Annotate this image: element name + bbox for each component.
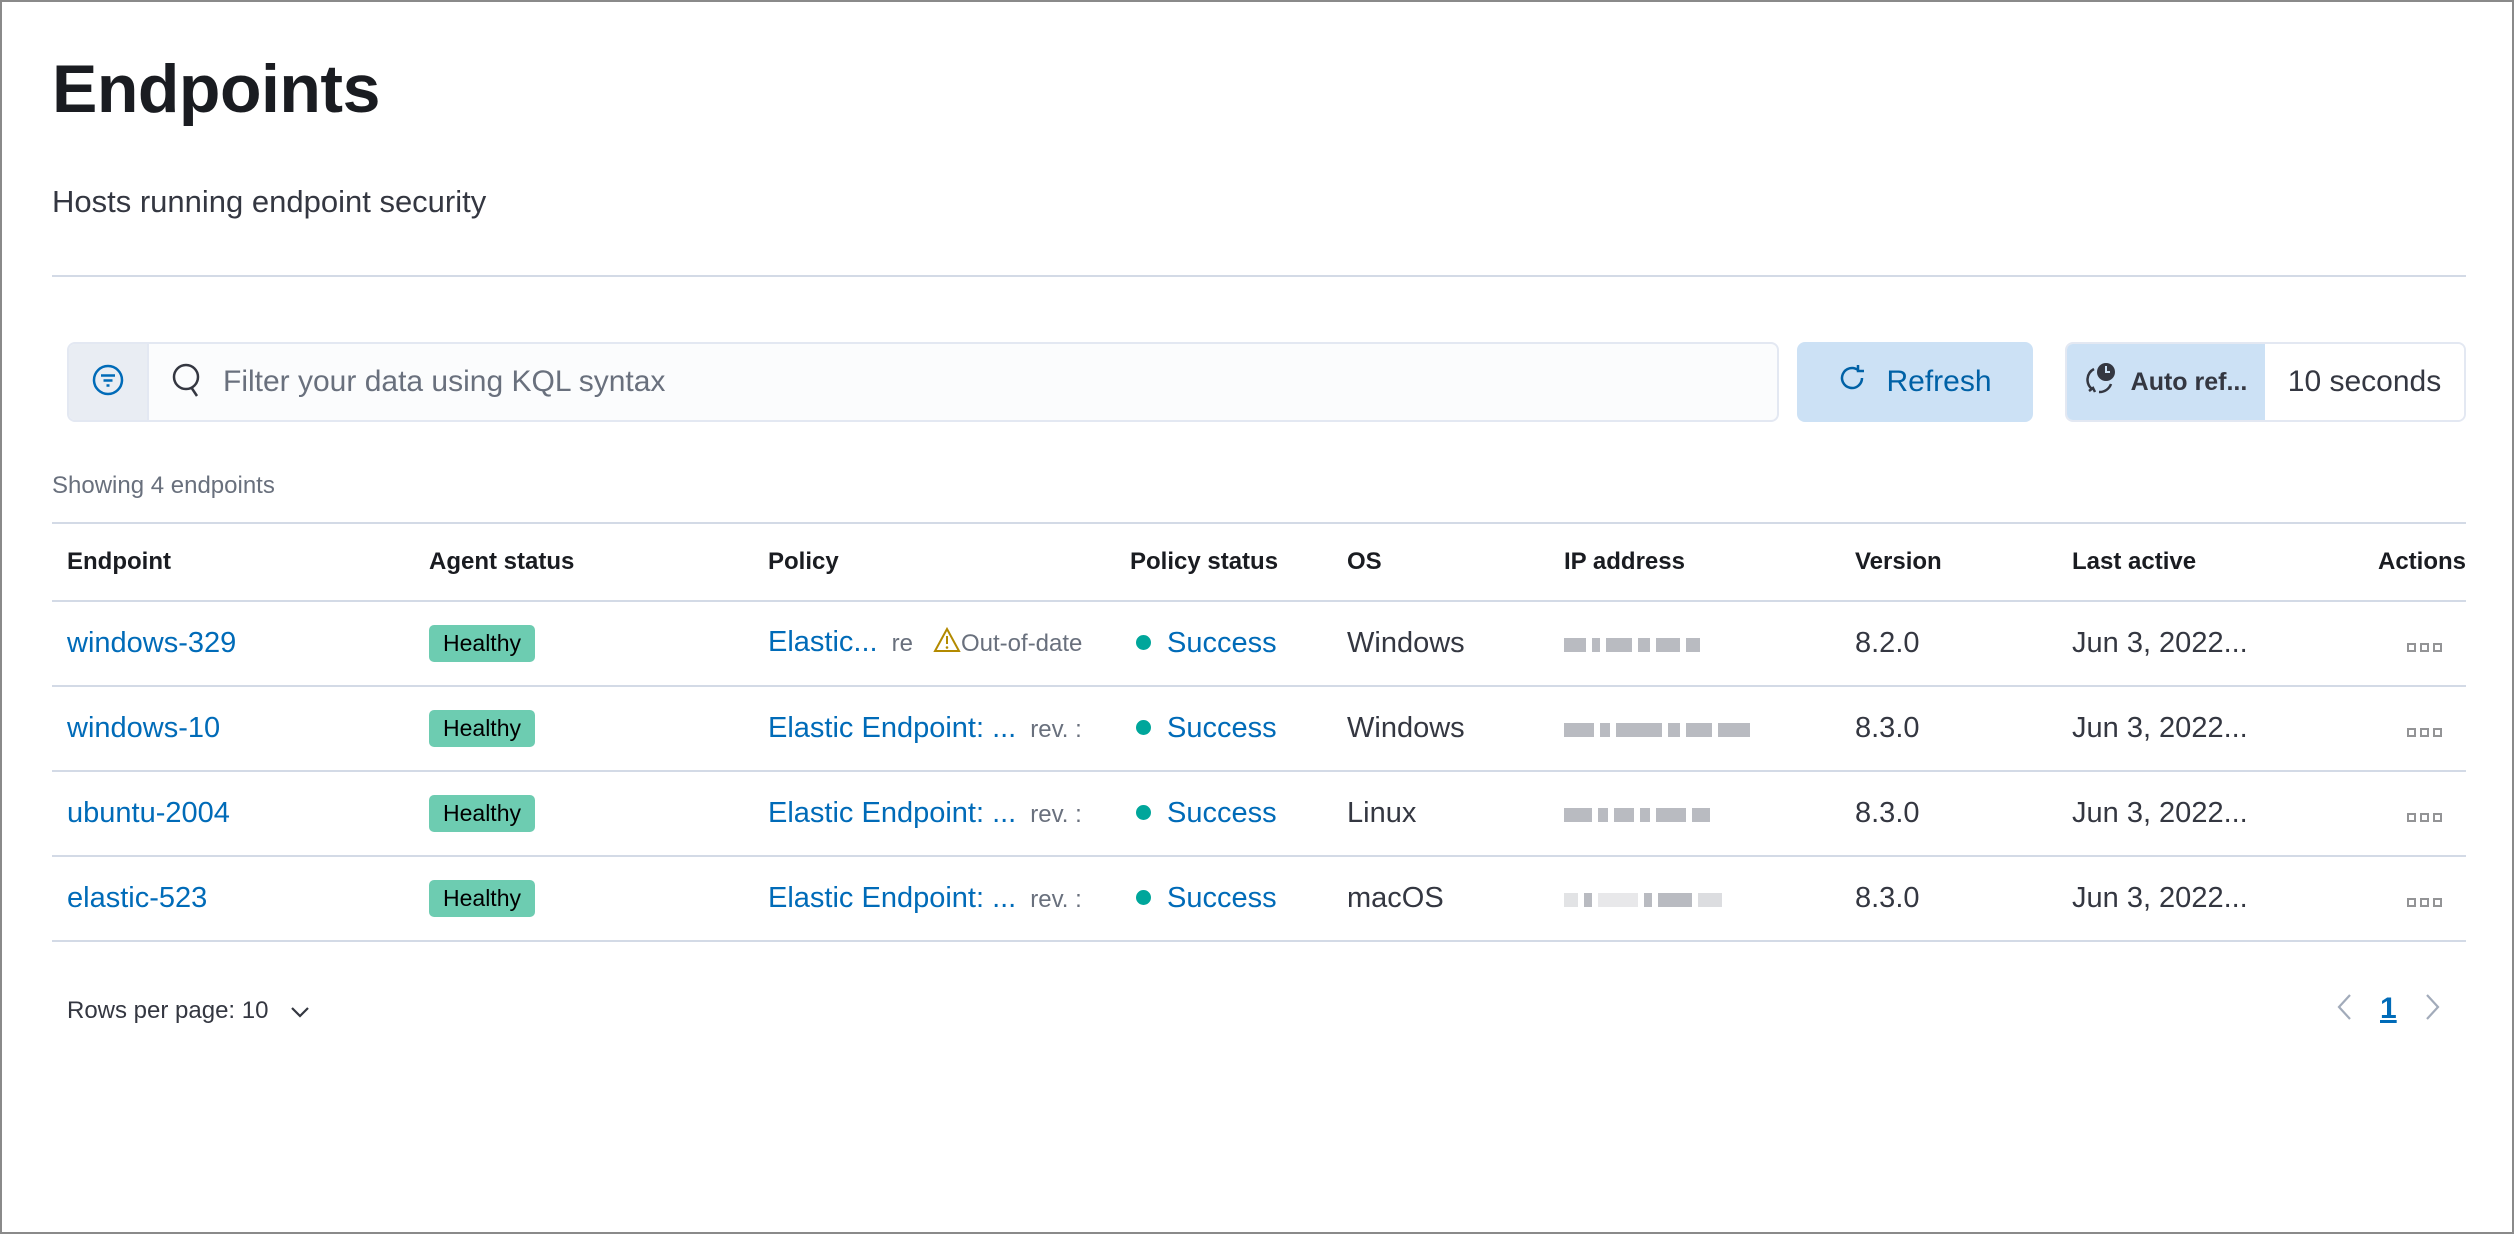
row-actions-ellipsis-icon[interactable] xyxy=(2407,813,2466,822)
last-active-value: Jun 3, 2022... xyxy=(2072,712,2248,744)
policy-revision: rev. : xyxy=(1030,716,1082,743)
auto-refresh-control: Auto ref... 10 seconds xyxy=(2065,342,2466,422)
agent-status-badge: Healthy xyxy=(429,625,535,662)
previous-page-chevron-left-icon[interactable] xyxy=(2336,993,2352,1026)
ip-address-redacted xyxy=(1564,882,1722,915)
page-title: Endpoints xyxy=(52,51,380,127)
policy-link[interactable]: Elastic Endpoint: ... xyxy=(768,882,1016,914)
clock-refresh-icon xyxy=(2085,361,2119,404)
policy-cell: Elastic Endpoint: ... rev. : xyxy=(768,712,1082,745)
refresh-label: Refresh xyxy=(1886,365,1992,398)
column-header-agent-status[interactable]: Agent status xyxy=(429,548,574,576)
row-actions-ellipsis-icon[interactable] xyxy=(2407,643,2466,652)
version-value: 8.3.0 xyxy=(1855,712,1920,744)
page-button-1[interactable]: 1 xyxy=(2380,992,2397,1026)
policy-link[interactable]: Elastic... xyxy=(768,626,878,658)
agent-status-badge: Healthy xyxy=(429,880,535,917)
auto-refresh-label: Auto ref... xyxy=(2130,367,2248,396)
rows-per-page-label: Rows per page: 10 xyxy=(67,997,269,1024)
success-dot-icon xyxy=(1136,890,1151,906)
column-header-os[interactable]: OS xyxy=(1347,548,1382,576)
agent-status-badge: Healthy xyxy=(429,795,535,832)
ip-address-redacted xyxy=(1564,797,1710,830)
policy-outdated-label: Out-of-date xyxy=(961,630,1083,657)
column-header-policy[interactable]: Policy xyxy=(768,548,839,576)
success-dot-icon xyxy=(1136,805,1151,821)
agent-status-badge: Healthy xyxy=(429,710,535,747)
search-icon xyxy=(171,362,205,403)
policy-status-link[interactable]: Success xyxy=(1167,797,1277,829)
table-row: windows-329 Healthy Elastic... re Out-of-… xyxy=(52,602,2466,687)
os-value: macOS xyxy=(1347,882,1444,914)
table-row: elastic-523 Healthy Elastic Endpoint: ..… xyxy=(52,857,2466,942)
column-header-version[interactable]: Version xyxy=(1855,548,1942,576)
filter-button[interactable] xyxy=(69,344,149,420)
refresh-button[interactable]: Refresh xyxy=(1797,342,2033,422)
os-value: Linux xyxy=(1347,797,1417,829)
endpoint-link[interactable]: elastic-523 xyxy=(67,882,207,915)
version-value: 8.2.0 xyxy=(1855,627,1920,659)
policy-link[interactable]: Elastic Endpoint: ... xyxy=(768,712,1016,744)
endpoints-table: Endpoint Agent status Policy Policy stat… xyxy=(52,522,2466,942)
table-row: windows-10 Healthy Elastic Endpoint: ...… xyxy=(52,687,2466,772)
column-header-policy-status[interactable]: Policy status xyxy=(1130,548,1278,576)
pagination: 1 xyxy=(2336,992,2441,1026)
row-actions-ellipsis-icon[interactable] xyxy=(2407,898,2466,907)
filter-icon xyxy=(91,363,125,402)
column-header-last-active[interactable]: Last active xyxy=(2072,548,2196,576)
success-dot-icon xyxy=(1136,635,1151,651)
search-field xyxy=(149,344,1777,420)
kql-search-input[interactable] xyxy=(223,365,1623,399)
auto-refresh-toggle[interactable]: Auto ref... xyxy=(2067,344,2265,420)
header-divider xyxy=(52,275,2466,277)
rows-per-page-selector[interactable]: Rows per page: 10 xyxy=(67,997,310,1025)
policy-link[interactable]: Elastic Endpoint: ... xyxy=(768,797,1016,829)
os-value: Windows xyxy=(1347,712,1465,744)
row-actions-ellipsis-icon[interactable] xyxy=(2407,728,2466,737)
refresh-icon xyxy=(1838,363,1868,401)
next-page-chevron-right-icon[interactable] xyxy=(2425,993,2441,1026)
result-count: Showing 4 endpoints xyxy=(52,472,275,499)
table-row: ubuntu-2004 Healthy Elastic Endpoint: ..… xyxy=(52,772,2466,857)
endpoint-link[interactable]: windows-329 xyxy=(67,627,236,660)
page-subtitle: Hosts running endpoint security xyxy=(52,184,487,219)
last-active-value: Jun 3, 2022... xyxy=(2072,627,2248,659)
policy-cell: Elastic... re Out-of-date xyxy=(768,626,1082,661)
policy-status-link[interactable]: Success xyxy=(1167,627,1277,659)
table-header: Endpoint Agent status Policy Policy stat… xyxy=(52,522,2466,602)
policy-cell: Elastic Endpoint: ... rev. : xyxy=(768,797,1082,830)
policy-revision: rev. : xyxy=(1030,801,1082,828)
search-bar xyxy=(67,342,1779,422)
last-active-value: Jun 3, 2022... xyxy=(2072,882,2248,914)
policy-status-link[interactable]: Success xyxy=(1167,882,1277,914)
policy-cell: Elastic Endpoint: ... rev. : xyxy=(768,882,1082,915)
policy-status-link[interactable]: Success xyxy=(1167,712,1277,744)
column-header-actions: Actions xyxy=(2377,548,2466,575)
version-value: 8.3.0 xyxy=(1855,797,1920,829)
endpoint-link[interactable]: ubuntu-2004 xyxy=(67,797,230,830)
last-active-value: Jun 3, 2022... xyxy=(2072,797,2248,829)
column-header-endpoint[interactable]: Endpoint xyxy=(67,548,171,576)
success-dot-icon xyxy=(1136,720,1151,736)
ip-address-redacted xyxy=(1564,627,1700,660)
auto-refresh-interval[interactable]: 10 seconds xyxy=(2265,344,2464,420)
warning-icon xyxy=(933,626,961,660)
column-header-ip-address[interactable]: IP address xyxy=(1564,548,1685,576)
version-value: 8.3.0 xyxy=(1855,882,1920,914)
policy-revision: rev. : xyxy=(1030,886,1082,913)
os-value: Windows xyxy=(1347,627,1465,659)
ip-address-redacted xyxy=(1564,712,1750,745)
endpoint-link[interactable]: windows-10 xyxy=(67,712,220,745)
chevron-down-icon xyxy=(290,997,310,1025)
policy-revision: re xyxy=(891,630,913,657)
